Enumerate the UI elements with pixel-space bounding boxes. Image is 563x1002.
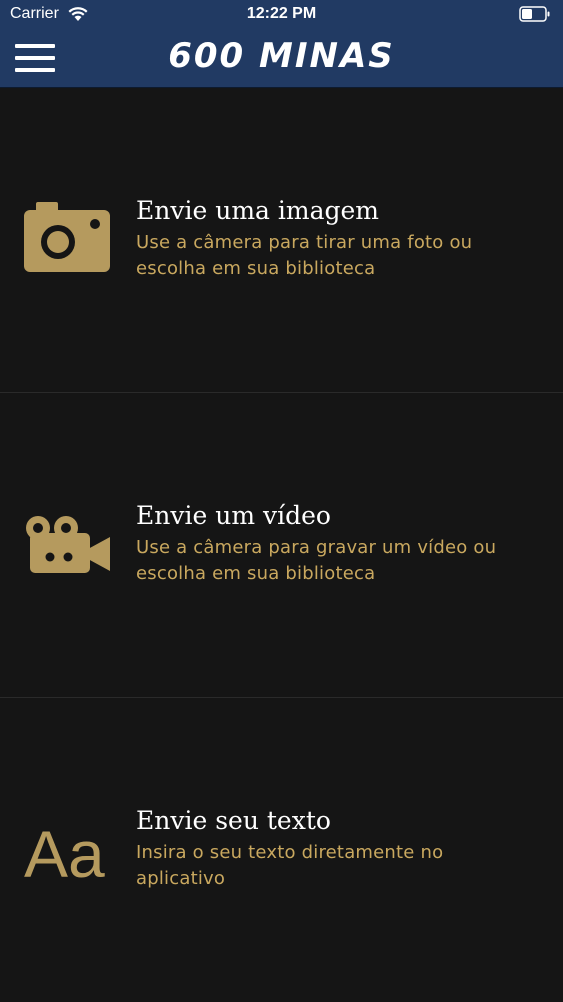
option-title: Envie um vídeo [136,501,331,530]
status-bar: Carrier 12:22 PM [0,0,563,30]
text-aa-icon: Aa [24,817,105,891]
navigation-bar: 600 MINAS [0,30,563,88]
option-send-text[interactable]: Aa Envie seu texto Insira o seu texto di… [0,698,563,1002]
option-send-video[interactable]: Envie um vídeo Use a câmera para gravar … [0,393,563,698]
battery-icon [519,6,551,27]
camera-icon [24,202,114,282]
option-send-image[interactable]: Envie uma imagem Use a câmera para tirar… [0,88,563,393]
option-subtitle: Use a câmera para tirar uma foto ou esco… [136,232,473,279]
options-list: Envie uma imagem Use a câmera para tirar… [0,88,563,1002]
app-title: 600 MINAS [168,36,395,76]
video-camera-icon [24,515,114,595]
option-title: Envie uma imagem [136,196,379,225]
option-subtitle: Insira o seu texto diretamente no aplica… [136,842,444,889]
option-title: Envie seu texto [136,806,331,835]
option-subtitle: Use a câmera para gravar um vídeo ou esc… [136,537,497,584]
status-time: 12:22 PM [246,5,317,22]
